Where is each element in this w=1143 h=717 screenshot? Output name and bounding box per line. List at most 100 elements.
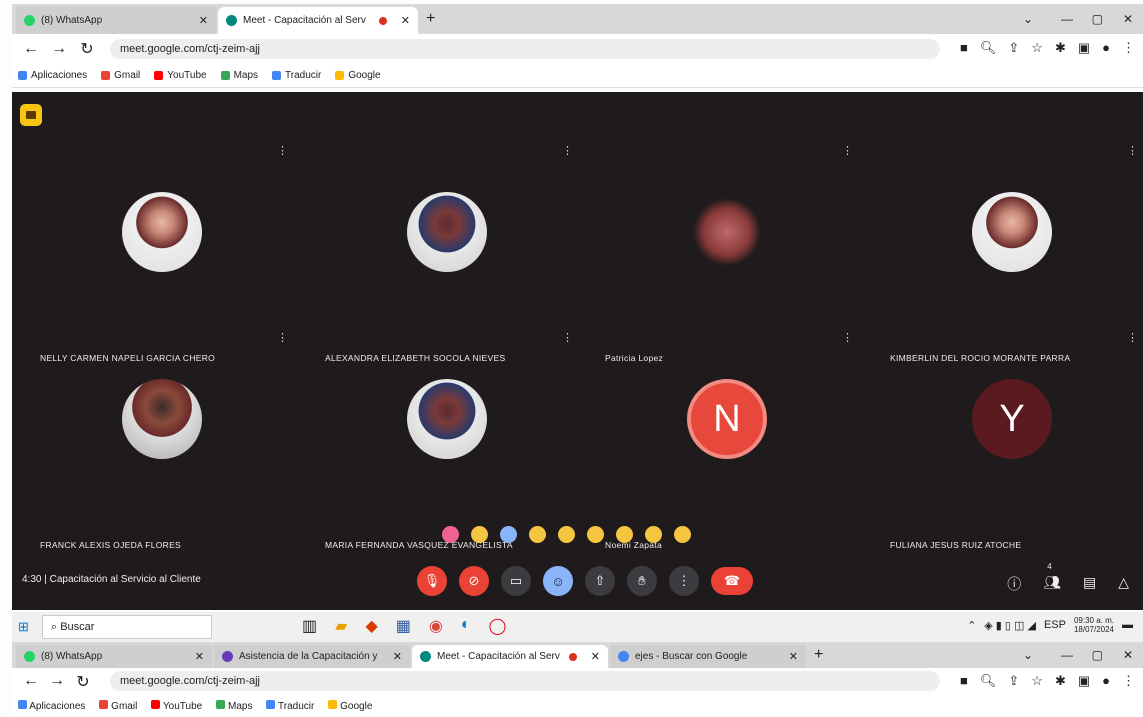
maximize-button[interactable]: ▢: [1092, 12, 1103, 26]
menu-icon[interactable]: ⋮: [1122, 40, 1135, 56]
chevron-down-icon[interactable]: ⌄: [1023, 12, 1033, 26]
bookmark-youtube[interactable]: YouTube: [151, 699, 202, 712]
reaction-thumbs-down-icon[interactable]: [674, 526, 691, 543]
captions-button[interactable]: ▭: [501, 566, 531, 596]
camera-toggle-button[interactable]: ⊘: [459, 566, 489, 596]
edge-icon[interactable]: ◐: [461, 616, 471, 636]
bookmark-apps[interactable]: Aplicaciones: [18, 699, 85, 712]
participant-tile[interactable]: ⋮ KIMBERLIN DEL ROCIO MORANTE PARRA: [872, 140, 1143, 363]
share-icon[interactable]: ⇪: [1008, 673, 1019, 689]
reaction-surprised-icon[interactable]: [587, 526, 604, 543]
tab-meet-2[interactable]: Meet - Capacitación al Serv ✕: [412, 645, 608, 668]
close-icon[interactable]: ✕: [393, 650, 402, 663]
menu-icon[interactable]: ⋮: [1122, 673, 1135, 689]
participant-tile[interactable]: ⋮ N Noemi Zapata: [587, 327, 867, 550]
zoom-icon[interactable]: 🔍︎: [980, 673, 997, 689]
tray-chevron-icon[interactable]: ⌃: [967, 619, 976, 632]
reload-icon[interactable]: ↻: [78, 39, 96, 59]
extensions-icon[interactable]: ✱: [1055, 673, 1066, 689]
chevron-down-icon[interactable]: ⌄: [1023, 648, 1033, 662]
new-tab-button[interactable]: +: [426, 10, 435, 28]
participant-tile[interactable]: ⋮ Y FULIANA JESUS RUIZ ATOCHE: [872, 327, 1143, 550]
info-icon[interactable]: ⓘ: [1007, 574, 1021, 594]
word-icon[interactable]: ▦: [396, 616, 411, 636]
language-icon[interactable]: ESP: [1044, 619, 1066, 631]
opera-icon[interactable]: ◯: [489, 616, 507, 636]
people-icon[interactable]: 👥︎ 4: [1043, 562, 1061, 594]
participant-tile[interactable]: ⋮ ALEXANDRA ELIZABETH SOCOLA NIEVES: [307, 140, 587, 363]
new-tab-button[interactable]: +: [814, 646, 823, 664]
back-icon[interactable]: ←: [22, 40, 40, 58]
reactions-button[interactable]: ☺: [543, 566, 573, 596]
leave-call-button[interactable]: ☎︎: [711, 567, 753, 595]
tab-asistencia[interactable]: Asistencia de la Capacitación y ✕: [214, 645, 410, 668]
activities-icon[interactable]: △: [1118, 574, 1129, 594]
url-field[interactable]: meet.google.com/ctj-zeim-ajj: [110, 671, 940, 691]
share-icon[interactable]: ⇪: [1008, 40, 1019, 56]
maximize-button[interactable]: ▢: [1092, 648, 1103, 662]
sidepanel-icon[interactable]: ▣: [1078, 40, 1090, 56]
reaction-sad-icon[interactable]: [616, 526, 633, 543]
tab-whatsapp[interactable]: (8) WhatsApp ✕: [16, 7, 216, 34]
bookmark-gmail[interactable]: Gmail: [99, 699, 137, 712]
chrome-icon[interactable]: ◉: [429, 616, 443, 636]
reaction-heart-icon[interactable]: [442, 526, 459, 543]
bookmark-maps[interactable]: Maps: [220, 70, 258, 81]
minimize-button[interactable]: —: [1061, 648, 1073, 662]
close-icon[interactable]: ✕: [195, 650, 204, 663]
star-icon[interactable]: ☆: [1031, 673, 1043, 689]
close-window-button[interactable]: ✕: [1123, 648, 1133, 662]
tab-whatsapp-2[interactable]: (8) WhatsApp ✕: [16, 645, 212, 668]
file-explorer-icon[interactable]: ▰: [335, 616, 347, 636]
bookmark-apps[interactable]: Aplicaciones: [18, 70, 87, 81]
bookmark-google[interactable]: Google: [328, 699, 372, 712]
bookmark-google[interactable]: Google: [335, 70, 381, 81]
reaction-thumbs-up-icon[interactable]: [471, 526, 488, 543]
chat-icon[interactable]: ▤: [1083, 574, 1096, 594]
close-icon[interactable]: ✕: [401, 14, 410, 27]
reload-icon[interactable]: ↻: [74, 672, 92, 692]
reaction-party-icon[interactable]: [500, 526, 517, 543]
tab-google-search[interactable]: ejes - Buscar con Google ✕: [610, 645, 806, 668]
taskbar-search-input[interactable]: ⌕ Buscar: [42, 615, 212, 639]
back-icon[interactable]: ←: [22, 672, 40, 690]
reaction-laugh-icon[interactable]: [558, 526, 575, 543]
participant-tile[interactable]: ⋮ MARIA FERNANDA VASQUEZ EVANGELISTA: [307, 327, 587, 550]
notifications-icon[interactable]: ▬: [1122, 619, 1133, 631]
reaction-thinking-icon[interactable]: [645, 526, 662, 543]
extensions-icon[interactable]: ✱: [1055, 40, 1066, 56]
close-icon[interactable]: ✕: [591, 650, 600, 663]
present-button[interactable]: ⇧: [585, 566, 615, 596]
participant-tile[interactable]: ⋮ NELLY CARMEN NAPELI GARCIA CHERO: [22, 140, 302, 363]
reaction-clap-icon[interactable]: [529, 526, 546, 543]
bookmark-translate[interactable]: Traducir: [266, 699, 314, 712]
profile-avatar[interactable]: ●: [1102, 40, 1110, 56]
star-icon[interactable]: ☆: [1031, 40, 1043, 56]
close-window-button[interactable]: ✕: [1123, 12, 1133, 26]
more-options-button[interactable]: ⋮: [669, 566, 699, 596]
participant-tile[interactable]: ⋮ Patricia Lopez: [587, 140, 867, 363]
camera-icon[interactable]: ■: [960, 40, 968, 56]
tray-icons[interactable]: ◈ ▮ ▯ ◫ ◢: [984, 619, 1036, 632]
close-icon[interactable]: ✕: [789, 650, 798, 663]
clock[interactable]: 09:30 a. m. 18/07/2024: [1074, 616, 1114, 634]
profile-avatar[interactable]: ●: [1102, 673, 1110, 689]
bookmark-youtube[interactable]: YouTube: [154, 70, 207, 81]
bookmark-maps[interactable]: Maps: [216, 699, 252, 712]
minimize-button[interactable]: —: [1061, 12, 1073, 26]
url-field[interactable]: meet.google.com/ctj-zeim-ajj: [110, 39, 940, 59]
task-view-icon[interactable]: ▥: [302, 616, 317, 636]
tab-meet[interactable]: Meet - Capacitación al Serv ✕: [218, 7, 418, 34]
bookmark-translate[interactable]: Traducir: [272, 70, 321, 81]
raise-hand-button[interactable]: ✋︎: [627, 566, 657, 596]
zoom-icon[interactable]: 🔍︎: [980, 40, 997, 56]
forward-icon[interactable]: →: [50, 40, 68, 58]
forward-icon[interactable]: →: [48, 672, 66, 690]
participant-tile[interactable]: ⋮ FRANCK ALEXIS OJEDA FLORES: [22, 327, 302, 550]
windows-start-icon[interactable]: ⊞: [18, 619, 29, 635]
bookmark-gmail[interactable]: Gmail: [101, 70, 140, 81]
close-icon[interactable]: ✕: [199, 14, 208, 27]
office-icon[interactable]: ◆: [365, 616, 377, 636]
sidepanel-icon[interactable]: ▣: [1078, 673, 1090, 689]
mic-toggle-button[interactable]: 🎙︎: [417, 566, 447, 596]
